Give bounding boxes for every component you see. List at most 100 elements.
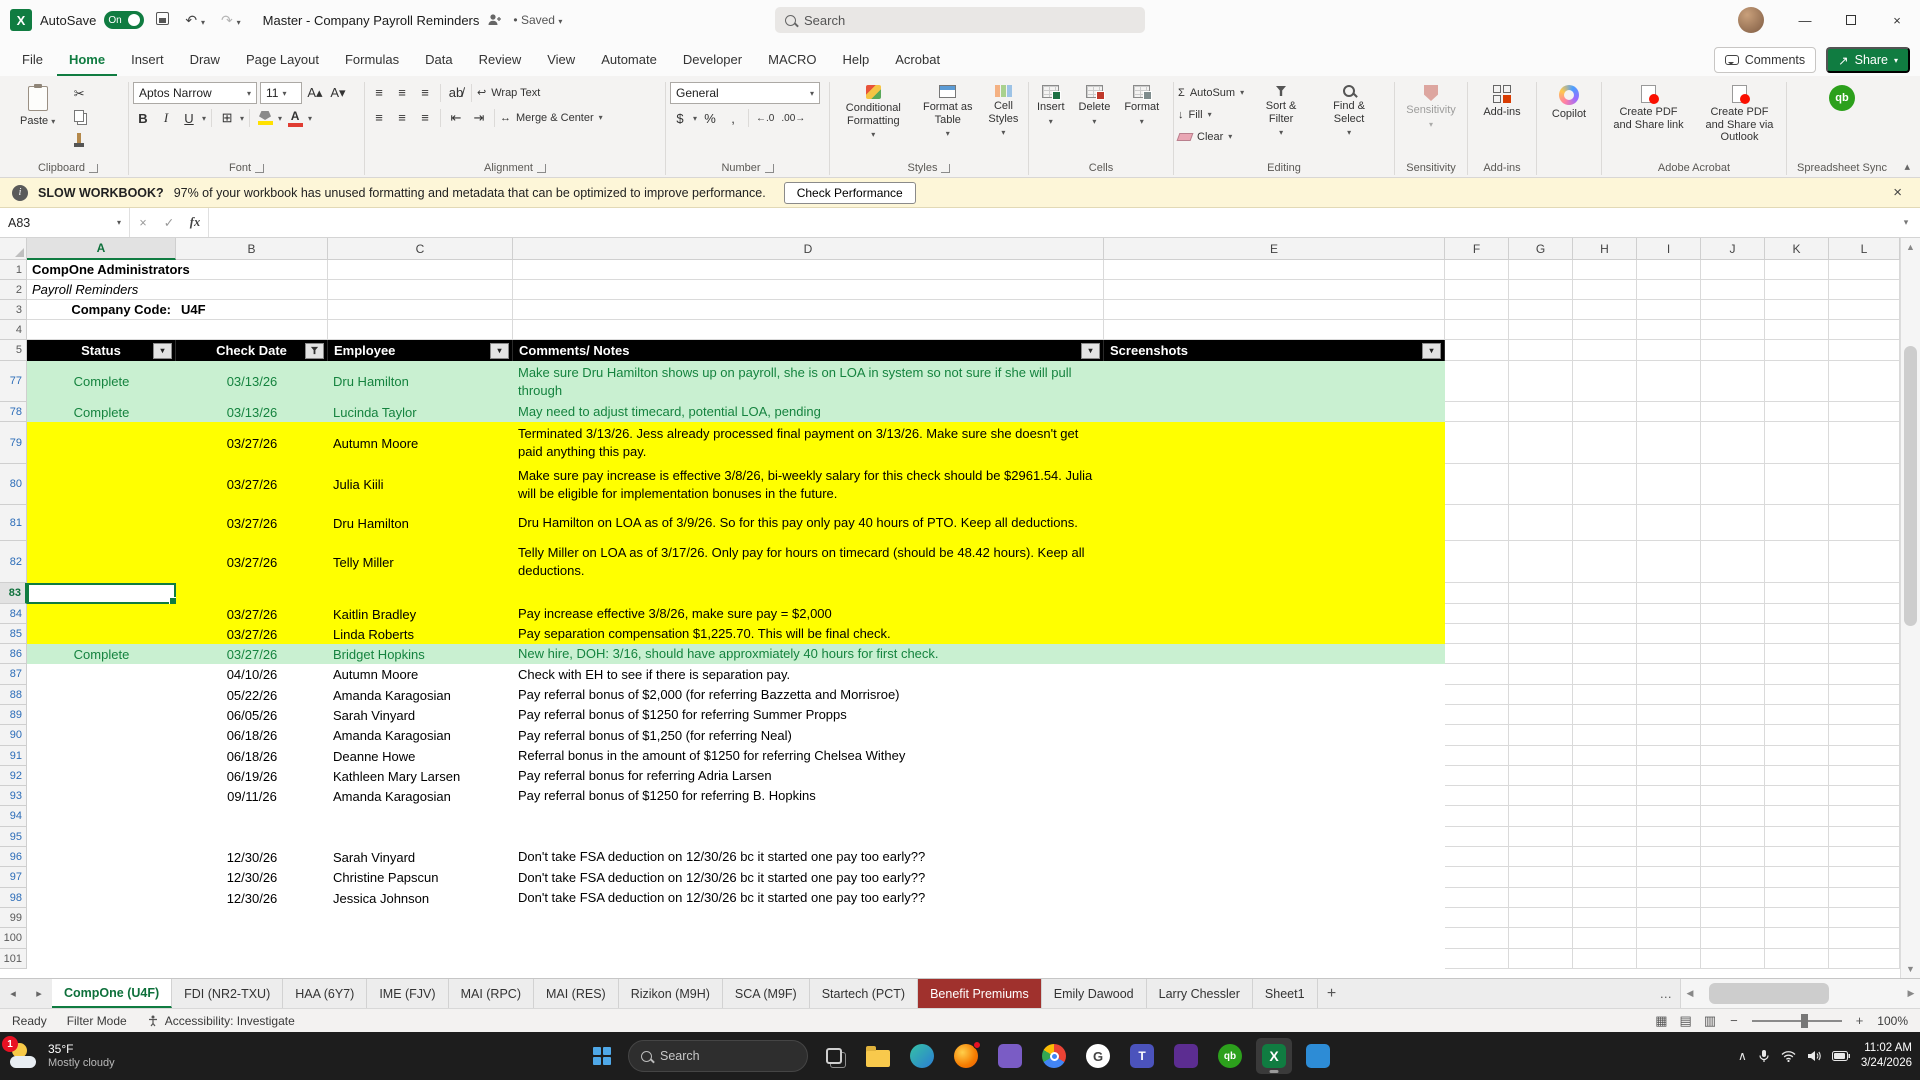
row-header-78[interactable]: 78: [0, 402, 27, 422]
grid-cell[interactable]: [1765, 928, 1829, 949]
cell-E89[interactable]: [1104, 705, 1445, 725]
row-header-80[interactable]: 80: [0, 464, 27, 505]
grid-cell[interactable]: [1765, 705, 1829, 725]
merge-center-button[interactable]: ↔Merge & Center▾: [500, 107, 603, 128]
copilot-button[interactable]: Copilot: [1548, 82, 1590, 124]
clipboard-dialog-launcher-icon[interactable]: [89, 164, 98, 173]
grid-cell[interactable]: [1701, 583, 1765, 604]
cell-B2[interactable]: [176, 280, 328, 300]
column-header-C[interactable]: C: [328, 238, 513, 260]
grid-cell[interactable]: [1765, 847, 1829, 867]
grid-cell[interactable]: [1765, 464, 1829, 505]
cell-C91[interactable]: Deanne Howe: [328, 746, 513, 766]
grid-cell[interactable]: [1829, 340, 1900, 361]
column-header-J[interactable]: J: [1701, 238, 1765, 260]
grid-cell[interactable]: [1637, 644, 1701, 664]
zoom-slider[interactable]: [1752, 1020, 1842, 1022]
copy-icon[interactable]: [69, 106, 89, 126]
grid-cell[interactable]: [1509, 260, 1573, 280]
cell-C78[interactable]: Lucinda Taylor: [328, 402, 513, 422]
grid-cell[interactable]: [1573, 320, 1637, 340]
grid-cell[interactable]: [1829, 664, 1900, 685]
cell-A3[interactable]: Company Code:: [27, 300, 176, 320]
ribbon-tab-acrobat[interactable]: Acrobat: [883, 45, 952, 76]
cell-A99[interactable]: [27, 908, 176, 928]
insert-cells-button[interactable]: Insert▾: [1033, 82, 1069, 129]
ribbon-tab-page-layout[interactable]: Page Layout: [234, 45, 331, 76]
grid-cell[interactable]: [1637, 705, 1701, 725]
grid-cell[interactable]: [1829, 541, 1900, 583]
maximize-button[interactable]: [1828, 0, 1874, 40]
grid-cell[interactable]: [1573, 705, 1637, 725]
cell-C97[interactable]: Christine Papscun: [328, 867, 513, 888]
grid-cell[interactable]: [1445, 300, 1509, 320]
grid-cell[interactable]: [1701, 340, 1765, 361]
decrease-decimal-icon[interactable]: .00→: [779, 108, 807, 128]
grid-cell[interactable]: [1509, 786, 1573, 806]
horizontal-scrollbar[interactable]: ◀ ▶: [1680, 979, 1920, 1008]
cell-A100[interactable]: [27, 928, 176, 949]
cell-B87[interactable]: 04/10/26: [176, 664, 328, 685]
cell-A77[interactable]: Complete: [27, 361, 176, 402]
row-header-87[interactable]: 87: [0, 664, 27, 685]
grid-cell[interactable]: [1829, 827, 1900, 847]
grid-cell[interactable]: [1445, 908, 1509, 928]
ribbon-tab-data[interactable]: Data: [413, 45, 464, 76]
grid-cell[interactable]: [1445, 422, 1509, 464]
grid-cell[interactable]: [1573, 888, 1637, 908]
cell-A83[interactable]: [27, 583, 176, 604]
zoom-level[interactable]: 100%: [1877, 1014, 1908, 1028]
cell-B94[interactable]: [176, 806, 328, 827]
cell-C98[interactable]: Jessica Johnson: [328, 888, 513, 908]
row-header-81[interactable]: 81: [0, 505, 27, 541]
delete-cells-button[interactable]: Delete▾: [1075, 82, 1115, 129]
grid-cell[interactable]: [1509, 664, 1573, 685]
grid-cell[interactable]: [1509, 464, 1573, 505]
cell-styles-button[interactable]: Cell Styles▾: [983, 82, 1024, 140]
cell-D2[interactable]: [513, 280, 1104, 300]
cell-E98[interactable]: [1104, 888, 1445, 908]
cell-E78[interactable]: [1104, 402, 1445, 422]
column-header-G[interactable]: G: [1509, 238, 1573, 260]
cell-D99[interactable]: [513, 908, 1104, 928]
grid-cell[interactable]: [1637, 949, 1701, 969]
grid-cell[interactable]: [1765, 422, 1829, 464]
row-header-83[interactable]: 83: [0, 583, 27, 604]
grid-cell[interactable]: [1509, 867, 1573, 888]
zoom-slider-thumb[interactable]: [1801, 1014, 1808, 1028]
formula-input[interactable]: [208, 208, 1892, 237]
scroll-up-icon[interactable]: ▲: [1906, 238, 1915, 256]
grid-cell[interactable]: [1509, 685, 1573, 705]
grid-cell[interactable]: [1701, 766, 1765, 786]
grid-cell[interactable]: [1445, 464, 1509, 505]
google-app-icon[interactable]: G: [1080, 1038, 1116, 1074]
sensitivity-button[interactable]: Sensitivity▾: [1402, 82, 1460, 132]
cell-E91[interactable]: [1104, 746, 1445, 766]
cell-C93[interactable]: Amanda Karagosian: [328, 786, 513, 806]
cell-B97[interactable]: 12/30/26: [176, 867, 328, 888]
cell-D78[interactable]: May need to adjust timecard, potential L…: [513, 402, 1104, 422]
grid-cell[interactable]: [1509, 541, 1573, 583]
column-header-H[interactable]: H: [1573, 238, 1637, 260]
row-header-77[interactable]: 77: [0, 361, 27, 402]
grid-cell[interactable]: [1573, 867, 1637, 888]
grid-cell[interactable]: [1445, 847, 1509, 867]
undo-button[interactable]: ↶ ▾: [181, 10, 209, 31]
cell-C83[interactable]: [328, 583, 513, 604]
autosum-button[interactable]: ΣAutoSum▾: [1178, 82, 1244, 103]
grid-cell[interactable]: [1637, 300, 1701, 320]
cell-A94[interactable]: [27, 806, 176, 827]
grid-cell[interactable]: [1829, 746, 1900, 766]
cell-D87[interactable]: Check with EH to see if there is separat…: [513, 664, 1104, 685]
cell-A81[interactable]: [27, 505, 176, 541]
ribbon-tab-automate[interactable]: Automate: [589, 45, 669, 76]
grid-cell[interactable]: [1509, 827, 1573, 847]
grid-cell[interactable]: [1829, 644, 1900, 664]
grid-cell[interactable]: [1637, 624, 1701, 644]
name-box[interactable]: A83▾: [0, 208, 130, 237]
cell-A98[interactable]: [27, 888, 176, 908]
grid-cell[interactable]: [1445, 280, 1509, 300]
row-header-94[interactable]: 94: [0, 806, 27, 827]
grid-cell[interactable]: [1765, 949, 1829, 969]
grid-cell[interactable]: [1765, 624, 1829, 644]
